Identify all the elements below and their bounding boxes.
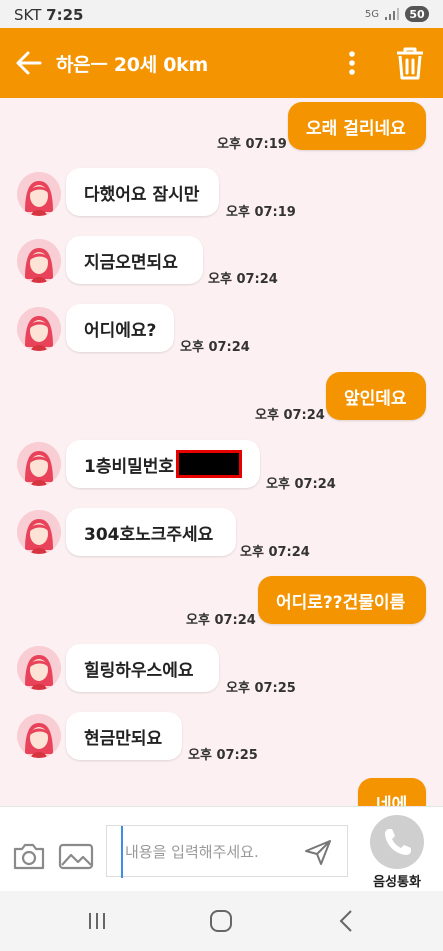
- clock: 7:25: [46, 6, 84, 24]
- image-icon[interactable]: [58, 841, 94, 871]
- voice-call-label: 음성통화: [373, 875, 421, 890]
- message-field[interactable]: [106, 825, 348, 878]
- avatar[interactable]: [17, 442, 61, 486]
- battery-badge: 50: [405, 6, 429, 22]
- message-bubble-outgoing[interactable]: 네에: [358, 778, 426, 806]
- back-nav-icon[interactable]: [332, 907, 362, 935]
- message-text: 앞인데요: [344, 388, 407, 409]
- recent-apps-icon[interactable]: [82, 907, 112, 935]
- more-vert-icon[interactable]: [340, 48, 364, 78]
- message-time: 오후 07:25: [226, 681, 296, 696]
- message-bubble-incoming[interactable]: 현금만되요: [66, 712, 182, 760]
- status-left: SKT 7:25: [14, 6, 83, 24]
- message-time: 오후 07:24: [208, 272, 278, 287]
- message-bubble-outgoing[interactable]: 어디로??건물이름: [258, 576, 426, 624]
- message-input[interactable]: [121, 826, 297, 878]
- status-right: 5G 50: [365, 6, 429, 22]
- message-text: 어디에요?: [84, 320, 157, 341]
- message-time: 오후 07:19: [226, 205, 296, 220]
- message-text: 1층비밀번호: [84, 456, 175, 477]
- network-type: 5G: [364, 8, 379, 20]
- avatar[interactable]: [17, 714, 61, 758]
- system-nav-bar: [0, 891, 443, 951]
- message-time: 오후 07:24: [240, 545, 310, 560]
- message-bubble-incoming[interactable]: 다했어요 잠시만: [66, 168, 219, 216]
- message-bubble-incoming[interactable]: 어디에요?: [66, 304, 174, 352]
- send-icon[interactable]: [303, 838, 333, 866]
- voice-call-button[interactable]: [370, 815, 424, 869]
- message-time: 오후 07:25: [188, 748, 258, 763]
- message-input-bar: 음성통화: [0, 806, 443, 892]
- avatar[interactable]: [17, 172, 61, 216]
- message-time: 오후 07:24: [266, 477, 336, 492]
- message-text: 현금만되요: [84, 728, 163, 749]
- message-text: 지금오면되요: [84, 252, 178, 273]
- message-text: 304호노크주세요: [84, 524, 214, 545]
- message-time: 오후 07:24: [180, 340, 250, 355]
- home-icon[interactable]: [206, 907, 236, 935]
- redaction-box: [176, 450, 242, 478]
- status-bar: SKT 7:25 5G 50: [0, 0, 443, 28]
- message-text: 오래 걸리네요: [306, 118, 406, 139]
- carrier: SKT: [14, 6, 42, 24]
- message-time: 오후 07:24: [186, 613, 256, 628]
- camera-icon[interactable]: [12, 841, 46, 871]
- avatar[interactable]: [17, 510, 61, 554]
- phone-icon: [385, 829, 411, 855]
- signal-icon: [385, 8, 399, 20]
- message-bubble-incoming[interactable]: 지금오면되요: [66, 236, 203, 284]
- message-time: 오후 07:24: [255, 408, 325, 423]
- avatar[interactable]: [17, 646, 61, 690]
- message-bubble-outgoing[interactable]: 오래 걸리네요: [288, 102, 426, 150]
- avatar[interactable]: [17, 307, 61, 351]
- message-bubble-outgoing[interactable]: 앞인데요: [326, 372, 426, 420]
- message-text: 다했어요 잠시만: [84, 184, 200, 205]
- message-bubble-incoming[interactable]: 1층비밀번호: [66, 440, 260, 488]
- message-text: 어디로??건물이름: [276, 592, 406, 613]
- message-bubble-incoming[interactable]: 힐링하우스에요: [66, 644, 219, 692]
- message-text: 네에: [376, 795, 408, 806]
- message-time: 오후 07:19: [217, 137, 287, 152]
- chat-messages[interactable]: 오래 걸리네요 오후 07:19 다했어요 잠시만 오후 07:19 지금오면되…: [0, 98, 443, 806]
- back-arrow-icon[interactable]: [12, 46, 46, 80]
- chat-header: 하은ㅡ 20세 0km: [0, 28, 443, 98]
- avatar[interactable]: [17, 239, 61, 283]
- trash-icon[interactable]: [393, 45, 427, 81]
- message-text: 힐링하우스에요: [84, 660, 194, 681]
- message-bubble-incoming[interactable]: 304호노크주세요: [66, 508, 236, 556]
- chat-title: 하은ㅡ 20세 0km: [56, 54, 208, 76]
